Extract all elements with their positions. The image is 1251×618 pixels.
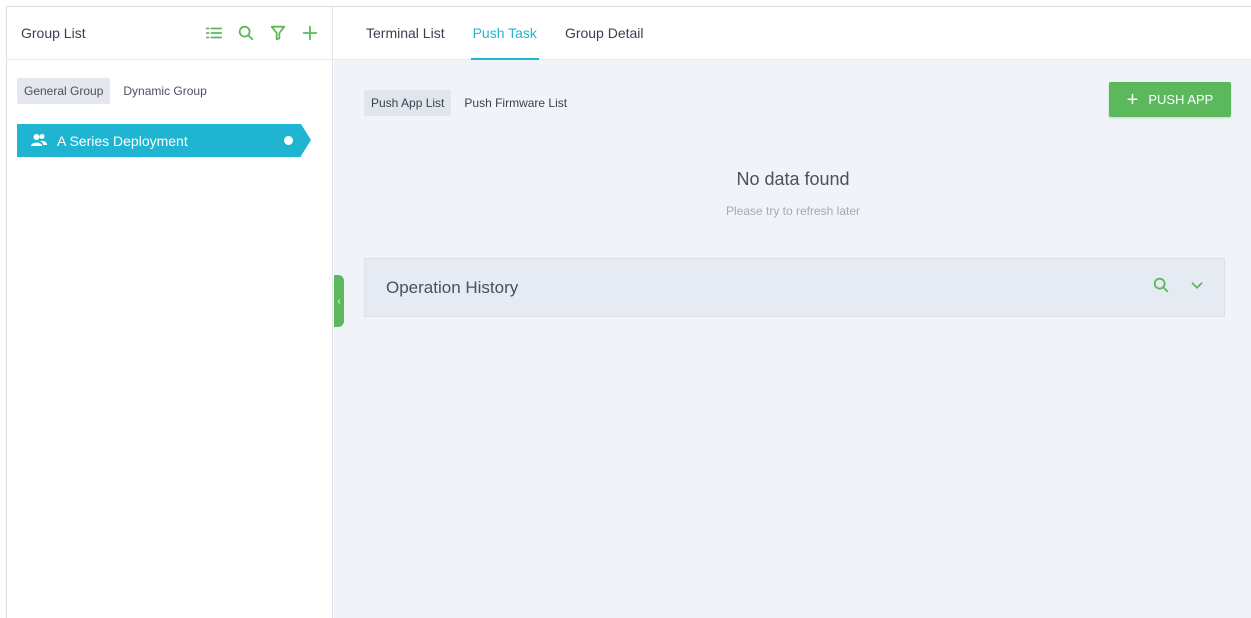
empty-state-title: No data found <box>736 169 850 189</box>
filter-icon[interactable] <box>268 23 288 43</box>
chevron-down-icon[interactable] <box>1188 276 1206 299</box>
empty-state-subtitle: Please try to refresh later <box>725 204 861 218</box>
app-frame: Group List General Group Dynamic Group A… <box>6 6 1251 618</box>
users-icon <box>31 133 47 147</box>
operation-history-actions <box>1152 276 1224 299</box>
tab-group-detail[interactable]: Group Detail <box>563 7 646 59</box>
main-content: Terminal List Push Task Group Detail Pus… <box>334 7 1251 618</box>
group-item-a-series-deployment[interactable]: A Series Deployment <box>17 124 311 157</box>
tab-push-firmware-list[interactable]: Push Firmware List <box>457 90 574 116</box>
group-list-header: Group List <box>7 7 332 60</box>
group-list-title: Group List <box>21 25 86 41</box>
collapse-panel-handle[interactable]: ‹ <box>334 275 344 327</box>
push-app-button[interactable]: + PUSH APP <box>1109 82 1231 117</box>
tab-push-task[interactable]: Push Task <box>470 7 540 60</box>
tab-general-group[interactable]: General Group <box>17 78 111 104</box>
search-icon[interactable] <box>236 23 256 43</box>
tab-dynamic-group[interactable]: Dynamic Group <box>116 78 213 104</box>
selected-dot-icon <box>284 136 293 145</box>
header-actions <box>204 23 320 43</box>
push-app-label: PUSH APP <box>1148 92 1214 107</box>
tab-terminal-list[interactable]: Terminal List <box>364 7 447 59</box>
list-icon[interactable] <box>204 23 224 43</box>
group-list-panel: Group List General Group Dynamic Group A… <box>7 7 333 618</box>
operation-history-panel[interactable]: Operation History <box>364 258 1225 317</box>
main-tabs: Terminal List Push Task Group Detail <box>334 7 1251 60</box>
operation-history-title: Operation History <box>386 277 519 297</box>
search-icon[interactable] <box>1152 276 1170 299</box>
group-type-tabs: General Group Dynamic Group <box>7 60 332 104</box>
group-item-label: A Series Deployment <box>57 133 188 149</box>
tab-push-app-list[interactable]: Push App List <box>364 90 452 116</box>
add-icon[interactable] <box>300 23 320 43</box>
plus-icon: + <box>1126 88 1139 111</box>
chevron-left-icon: ‹ <box>337 295 341 307</box>
push-sub-tabs: Push App List Push Firmware List <box>364 90 574 116</box>
